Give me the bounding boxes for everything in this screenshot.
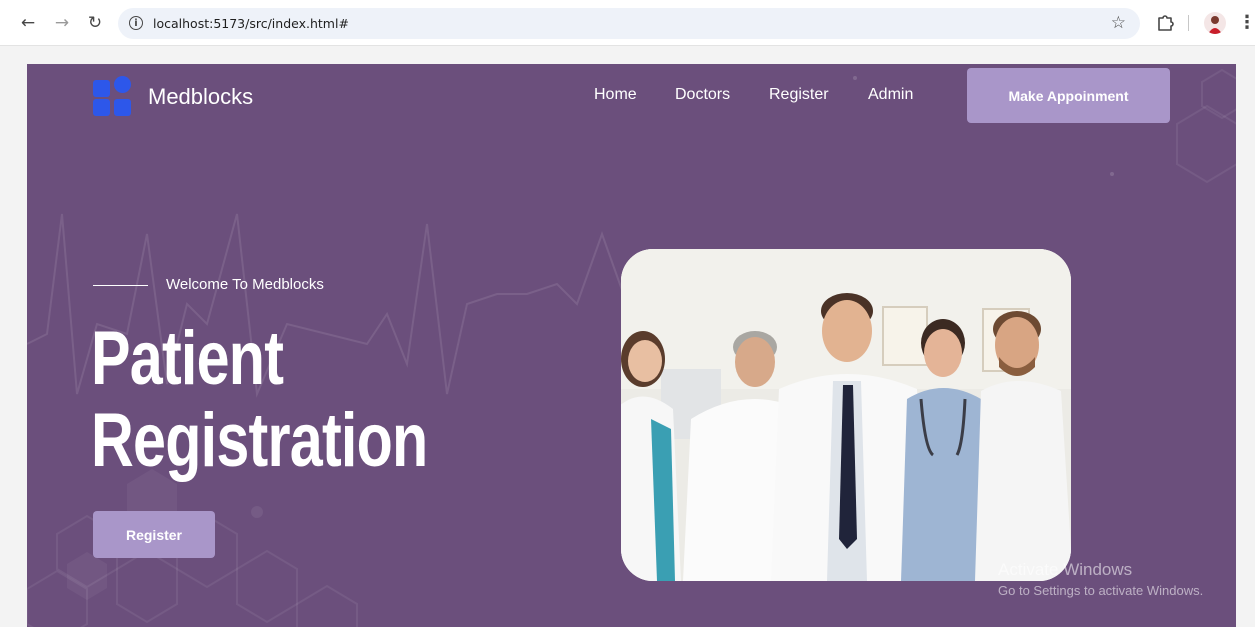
make-appointment-button[interactable]: Make Appoinment [967, 68, 1170, 123]
hero-section: Medblocks Home Doctors Register Admin Ma… [27, 64, 1236, 627]
browser-toolbar: ← → ↻ i localhost:5173/src/index.html# ☆… [0, 0, 1255, 46]
doctors-team-image [621, 249, 1071, 581]
brand-logo-icon[interactable] [93, 76, 133, 116]
title-line-2: Registration [91, 398, 428, 483]
forward-arrow-icon[interactable]: → [52, 13, 72, 33]
nav-register[interactable]: Register [769, 86, 829, 104]
welcome-text: Welcome To Medblocks [166, 276, 324, 293]
windows-activation-subtitle: Go to Settings to activate Windows. [998, 583, 1204, 598]
windows-activation-title: Activate Windows [998, 560, 1133, 579]
register-button[interactable]: Register [93, 511, 215, 558]
page-title: Patient Registration [91, 318, 442, 482]
page-viewport: Medblocks Home Doctors Register Admin Ma… [0, 46, 1255, 627]
back-arrow-icon[interactable]: ← [18, 13, 38, 33]
bookmark-star-icon[interactable]: ☆ [1111, 13, 1126, 33]
nav-home[interactable]: Home [594, 86, 637, 104]
nav-admin[interactable]: Admin [868, 86, 913, 104]
nav-doctors[interactable]: Doctors [675, 86, 730, 104]
toolbar-divider [1188, 15, 1189, 31]
extensions-puzzle-icon[interactable] [1156, 13, 1174, 31]
reload-icon[interactable]: ↻ [85, 13, 105, 33]
browser-menu-icon[interactable]: ⋮ [1238, 12, 1255, 33]
url-text[interactable]: localhost:5173/src/index.html# [153, 16, 349, 31]
eyebrow-divider [93, 285, 148, 286]
site-info-icon[interactable]: i [129, 16, 143, 30]
profile-avatar-icon[interactable] [1204, 12, 1226, 34]
title-line-1: Patient [91, 316, 284, 401]
address-bar[interactable]: i localhost:5173/src/index.html# ☆ [118, 8, 1140, 39]
brand-name[interactable]: Medblocks [148, 84, 253, 110]
